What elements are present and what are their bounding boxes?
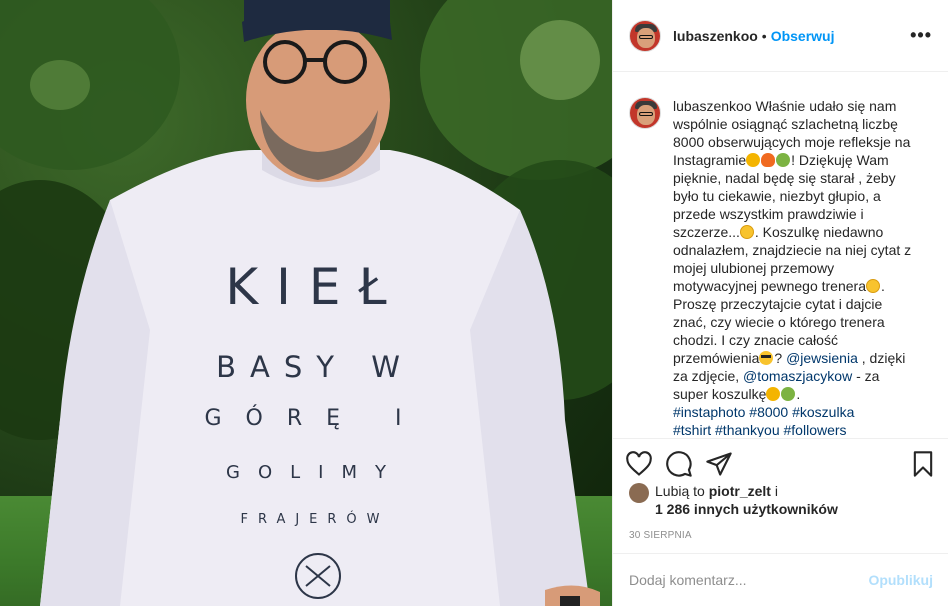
shirt-text-line-2: BASY W [216, 350, 414, 384]
post-actions-bar [613, 438, 948, 488]
heart-icon[interactable] [625, 450, 653, 478]
fire-icon [761, 153, 776, 167]
clapping-hands-icon [746, 153, 761, 167]
liker-avatar[interactable] [629, 483, 649, 503]
shirt-text-line-4: GOLIMY [226, 462, 404, 483]
flexed-biceps-icon [781, 387, 796, 401]
post-comment-button[interactable]: Opublikuj [868, 572, 933, 588]
follow-button[interactable]: Obserwuj [771, 28, 835, 44]
comment-icon[interactable] [665, 450, 693, 478]
more-options-icon[interactable]: ••• [910, 25, 932, 46]
author-avatar[interactable] [629, 19, 661, 52]
add-comment-bar: Opublikuj [613, 553, 948, 606]
smiling-face-icon [866, 279, 880, 293]
post-date[interactable]: 30 SIERPNIA [629, 530, 692, 541]
smiling-face-icon [739, 225, 754, 239]
hashtags-line-2[interactable]: #tshirt #thankyou #followers [673, 422, 847, 437]
bookmark-icon[interactable] [909, 450, 937, 478]
liker-username[interactable]: piotr_zelt [709, 483, 771, 499]
separator-dot: • [761, 27, 767, 44]
author-username[interactable]: lubaszenkoo [673, 28, 758, 44]
mention-tomaszjacykow[interactable]: @tomaszjacykow [743, 368, 852, 384]
hashtags-line-1[interactable]: #instaphoto #8000 #koszulka [673, 404, 854, 420]
caption-text-8: . [796, 386, 801, 402]
shirt-text-line-3: GÓRĘ I [204, 406, 426, 431]
clapping-hands-icon [766, 387, 781, 401]
sunglasses-face-icon [759, 351, 774, 365]
shirt-text-line-5: FRAJERÓW [240, 512, 390, 527]
comment-input[interactable] [629, 572, 869, 588]
post-header: lubaszenkoo • Obserwuj ••• [613, 0, 948, 72]
post-caption: lubaszenkoo Właśnie udało się nam wspóln… [673, 97, 917, 437]
caption-text-5: ? [774, 350, 787, 366]
likes-prefix: Lubią to [655, 483, 705, 499]
mention-jewsienia[interactable]: @jewsienia [786, 350, 858, 366]
likes-others-count[interactable]: 1 286 innych użytkowników [655, 501, 838, 517]
likes-and: i [774, 483, 778, 499]
post-details-panel: lubaszenkoo • Obserwuj ••• lubaszenkoo W… [612, 0, 948, 606]
comments-section[interactable]: lubaszenkoo Właśnie udało się nam wspóln… [613, 73, 948, 437]
caption-author-avatar[interactable] [629, 97, 661, 129]
post-photo[interactable]: KIEŁ BASY W GÓRĘ I GOLIMY FRAJERÓW [0, 0, 612, 606]
flexed-biceps-icon [776, 153, 791, 167]
shirt-text-line-1: KIEŁ [225, 258, 405, 316]
likes-summary: Lubią to piotr_zelt i 1 286 innych użytk… [629, 482, 939, 518]
share-icon[interactable] [705, 450, 733, 478]
caption-username[interactable]: lubaszenkoo [673, 98, 752, 114]
likes-text: Lubią to piotr_zelt i 1 286 innych użytk… [655, 482, 838, 518]
